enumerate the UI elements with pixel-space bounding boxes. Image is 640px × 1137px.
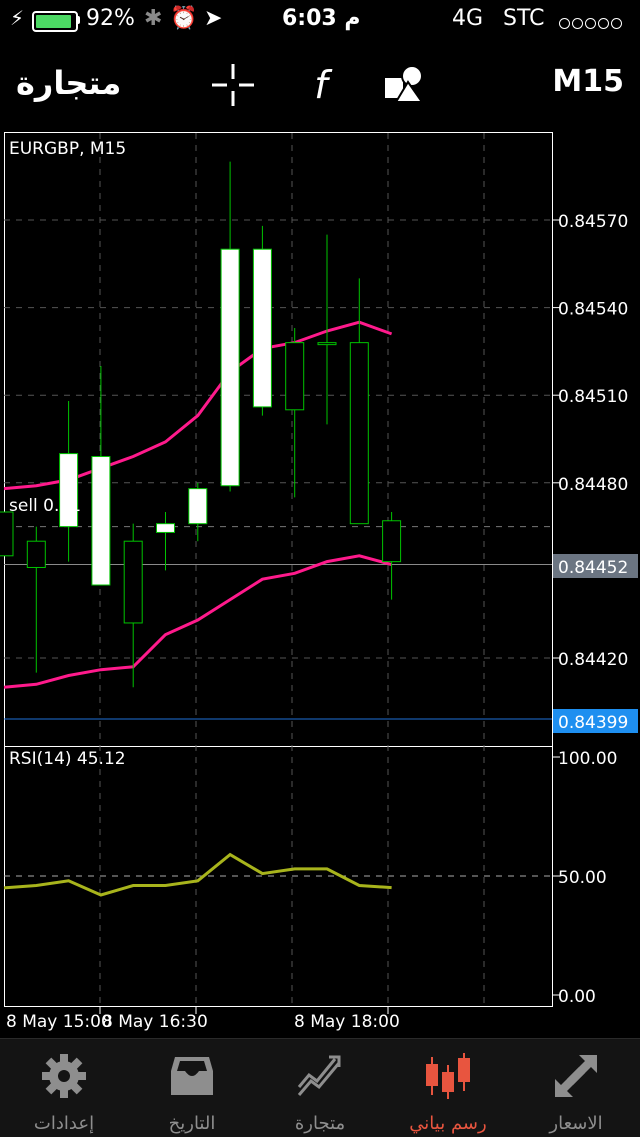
candle-body: [123, 540, 143, 624]
time-tick-label: 8 May 18:00: [294, 1012, 400, 1032]
rsi-tick-label: 100.00: [558, 749, 617, 769]
crosshair-icon[interactable]: [210, 62, 256, 108]
battery-icon: [32, 11, 78, 32]
trade-chart-icon: [295, 1051, 345, 1101]
svg-text:f: f: [314, 63, 333, 107]
candle-body: [91, 456, 111, 586]
alarm-icon: ⏰: [170, 6, 198, 31]
lower-band-line: [3, 554, 392, 689]
timeframe-button[interactable]: M15: [552, 64, 624, 99]
tab-quotes[interactable]: الاسعار: [512, 1039, 640, 1137]
symbol-label: EURGBP, M15: [9, 139, 126, 159]
chart-area[interactable]: 0.84570 0.84540 0.84510 0.84480 0.84420 100.0…: [0, 130, 640, 1038]
chart-grid: [4, 133, 560, 1014]
toolbar-title: متجارة: [16, 64, 122, 102]
price-tick-label: 0.84510: [558, 387, 628, 407]
order-label: sell 0.01: [9, 496, 81, 516]
price-chart[interactable]: 0.84570 0.84540 0.84510 0.84480 0.84420 100.0…: [0, 130, 640, 1038]
candles-layer: [0, 161, 402, 688]
candles-icon: [423, 1051, 473, 1101]
price-tick-label: 0.84540: [558, 300, 628, 320]
candle-body: [26, 540, 46, 568]
status-bar: ⚡ 92% ✱ ⏰ ➤ 6:03 م 4G STC: [0, 0, 640, 42]
tab-trade-label: متجارة: [294, 1113, 346, 1134]
rsi-tick-label: 0.00: [558, 987, 596, 1007]
rsi-line: [3, 852, 392, 897]
location-icon: ➤: [204, 6, 223, 31]
tab-trade[interactable]: متجارة: [256, 1039, 384, 1137]
current-price-text: 0.84452: [558, 558, 628, 578]
tab-quotes-label: الاسعار: [549, 1113, 603, 1134]
candle-body: [285, 342, 305, 411]
tab-bar: إعدادات التاريخ متجارة رسم بياني الاسعار: [0, 1038, 640, 1137]
function-icon[interactable]: f: [298, 62, 344, 108]
history-tray-icon: [167, 1051, 217, 1101]
quotes-arrows-icon: [551, 1051, 601, 1101]
main-pane-frame: [4, 132, 553, 747]
charging-bolt-icon: ⚡: [10, 6, 25, 30]
price-tick-label: 0.84480: [558, 475, 628, 495]
tab-chart-label: رسم بياني: [409, 1113, 487, 1134]
candle-body: [317, 342, 337, 346]
candle-body: [349, 342, 369, 525]
time-tick-label: 8 May 15:00: [6, 1012, 112, 1032]
candle-body: [382, 520, 402, 563]
candle-body: [252, 248, 272, 408]
gear-icon: [39, 1051, 89, 1101]
tab-history[interactable]: التاريخ: [128, 1039, 256, 1137]
battery-tip: [77, 16, 80, 24]
price-tick-label: 0.84420: [558, 650, 628, 670]
signal-strength-icon: [557, 14, 622, 33]
rsi-tick-label: 50.00: [558, 868, 607, 888]
network-type: 4G: [452, 6, 484, 31]
battery-percent: 92%: [86, 6, 135, 31]
bluetooth-icon: ✱: [144, 6, 163, 31]
status-time: 6:03 م: [282, 6, 361, 31]
tab-settings[interactable]: إعدادات: [0, 1039, 128, 1137]
shapes-icon[interactable]: [382, 62, 428, 108]
chart-toolbar: متجارة f M15: [0, 50, 640, 120]
candle-body: [0, 511, 14, 557]
price-tick-label: 0.84570: [558, 212, 628, 232]
candle-body: [220, 248, 240, 487]
tab-history-label: التاريخ: [168, 1113, 216, 1134]
tab-settings-label: إعدادات: [33, 1113, 95, 1134]
rsi-label: RSI(14) 45.12: [9, 749, 126, 769]
carrier-name: STC: [503, 6, 545, 31]
order-price-text: 0.84399: [558, 713, 628, 733]
candle-body: [156, 523, 175, 533]
candle-body: [188, 488, 208, 525]
tab-chart[interactable]: رسم بياني: [384, 1039, 512, 1137]
rsi-layer: [3, 852, 392, 897]
rsi-pane-frame: [4, 746, 553, 1007]
time-tick-label: 8 May 16:30: [102, 1012, 208, 1032]
